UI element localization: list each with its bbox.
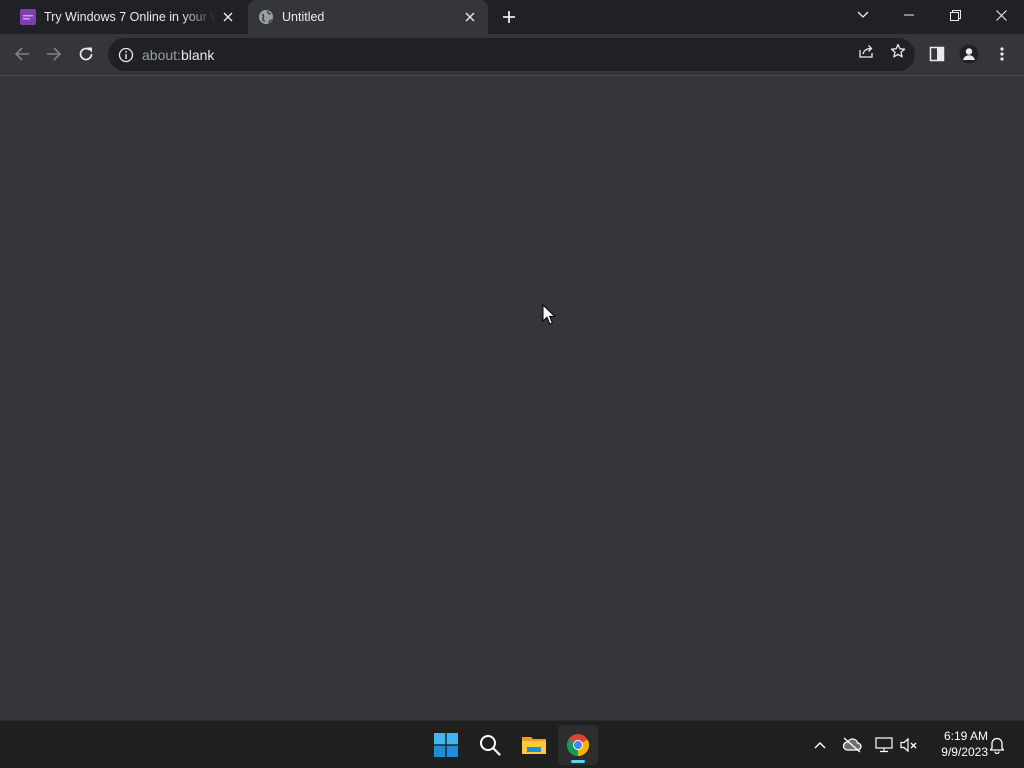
side-panel-icon — [929, 46, 945, 62]
show-hidden-icons-button[interactable] — [808, 733, 832, 757]
file-explorer-button[interactable] — [514, 725, 554, 765]
plus-icon — [503, 11, 515, 23]
menu-button[interactable] — [987, 39, 1017, 69]
info-icon[interactable] — [118, 47, 134, 63]
clock-date: 9/9/2023 — [941, 745, 988, 759]
url-text[interactable]: about:blank — [142, 47, 915, 63]
system-clock[interactable]: 6:19 AM 9/9/2023 — [924, 728, 988, 760]
restore-icon — [949, 9, 961, 21]
address-bar[interactable]: about:blank — [108, 38, 915, 71]
volume-muted-icon — [900, 737, 917, 753]
tab-search-button[interactable] — [840, 0, 886, 30]
start-button[interactable] — [426, 725, 466, 765]
chrome-icon — [567, 734, 589, 756]
tab-strip: Try Windows 7 Online in your Web Browser… — [0, 0, 1024, 34]
globe-icon — [259, 10, 273, 24]
share-button[interactable] — [854, 39, 878, 63]
onedrive-button[interactable] — [840, 733, 864, 757]
back-button[interactable] — [7, 39, 37, 69]
profile-button[interactable] — [954, 39, 984, 69]
file-explorer-icon — [522, 737, 546, 754]
taskbar: 6:19 AM 9/9/2023 — [0, 720, 1024, 768]
chrome-taskbar-button[interactable] — [558, 725, 598, 765]
volume-button[interactable] — [897, 733, 921, 757]
bookmark-button[interactable] — [886, 39, 910, 63]
profile-icon — [959, 44, 979, 64]
share-icon — [859, 45, 873, 58]
purple-site-icon — [20, 9, 36, 25]
active-app-indicator — [571, 760, 585, 763]
reload-button[interactable] — [71, 39, 101, 69]
minimize-icon — [904, 14, 914, 16]
url-path: blank — [180, 46, 215, 63]
clock-time: 6:19 AM — [943, 729, 988, 743]
tab-untitled[interactable]: Untitled — [248, 0, 488, 34]
tab-title: Try Windows 7 Online in your Web Browser — [44, 10, 216, 24]
bell-icon — [989, 737, 1005, 754]
network-icon — [875, 737, 893, 753]
side-panel-button[interactable] — [922, 39, 952, 69]
network-button[interactable] — [872, 733, 896, 757]
taskbar-search-button[interactable] — [470, 725, 510, 765]
page-content[interactable] — [0, 77, 1024, 720]
tab-title: Untitled — [282, 10, 325, 24]
url-scheme: about: — [142, 46, 181, 63]
close-icon[interactable] — [216, 5, 240, 29]
search-icon — [480, 735, 501, 756]
forward-button[interactable] — [39, 39, 69, 69]
cloud-offline-icon — [842, 737, 862, 753]
tab-windows7[interactable]: Try Windows 7 Online in your Web Browser — [10, 0, 246, 34]
chevron-up-icon — [814, 742, 826, 749]
new-tab-button[interactable] — [497, 5, 521, 29]
arrow-right-icon — [47, 47, 62, 61]
arrow-left-icon — [14, 47, 29, 61]
mouse-cursor-icon — [542, 304, 556, 325]
star-icon — [890, 43, 906, 58]
chevron-down-icon — [857, 11, 869, 18]
notifications-button[interactable] — [985, 733, 1009, 757]
close-window-button[interactable] — [978, 0, 1024, 30]
windows-start-icon — [434, 733, 458, 757]
minimize-button[interactable] — [886, 0, 932, 30]
close-icon — [995, 9, 1007, 21]
browser-toolbar: about:blank — [0, 34, 1024, 76]
kebab-menu-icon — [1000, 47, 1004, 61]
restore-button[interactable] — [932, 0, 978, 30]
close-icon[interactable] — [458, 5, 482, 29]
reload-icon — [79, 47, 93, 61]
